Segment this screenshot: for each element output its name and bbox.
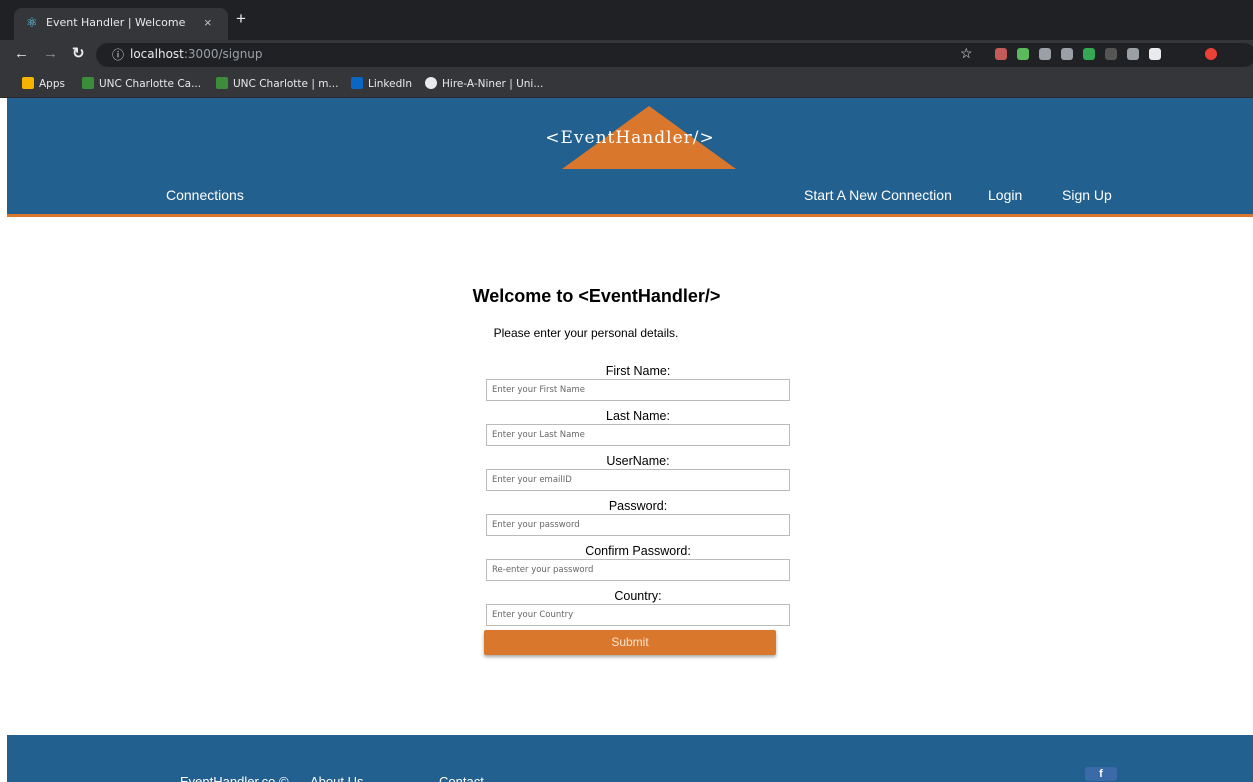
site-logo[interactable]: <EventHandler/>	[7, 128, 1253, 148]
tab-title: Event Handler | Welcome	[46, 16, 186, 29]
confirm-password-label: Confirm Password:	[585, 544, 691, 558]
url-text[interactable]: localhost:3000/signup	[130, 47, 263, 61]
bookmark-label: Apps	[39, 78, 65, 90]
unc-icon	[82, 77, 94, 89]
extension-icon[interactable]	[1127, 48, 1139, 60]
nav-connections[interactable]: Connections	[166, 187, 244, 203]
apps-grid-icon	[22, 77, 34, 89]
info-icon[interactable]: ⓘ	[112, 46, 124, 63]
page-title: Welcome to <EventHandler/>	[472, 286, 721, 306]
browser-chrome: ⚛ Event Handler | Welcome × + ← → ↻ ⓘ lo…	[0, 0, 1253, 98]
nav-start-new-connection[interactable]: Start A New Connection	[804, 187, 952, 203]
extension-icon[interactable]	[1149, 48, 1161, 60]
bookmark-item[interactable]: Hire-A-Niner | Uni...	[425, 77, 543, 90]
bookmark-star-icon[interactable]: ☆	[960, 45, 973, 62]
extension-icon[interactable]	[1017, 48, 1029, 60]
password-field[interactable]: Enter your password	[486, 514, 790, 536]
facebook-icon[interactable]: f	[1085, 767, 1117, 781]
extension-icon[interactable]	[1105, 48, 1117, 60]
address-bar[interactable]	[96, 43, 1253, 67]
extension-icon[interactable]	[1083, 48, 1095, 60]
country-label: Country:	[614, 589, 662, 603]
username-field[interactable]: Enter your emailID	[486, 469, 790, 491]
extension-icon[interactable]	[1039, 48, 1051, 60]
footer-contact-link[interactable]: Contact	[439, 774, 484, 782]
bookmark-label: UNC Charlotte Ca...	[99, 78, 202, 90]
nav-login[interactable]: Login	[988, 187, 1022, 203]
site-header: <EventHandler/> Connections Start A New …	[7, 98, 1253, 217]
first-name-field[interactable]: Enter your First Name	[486, 379, 790, 401]
country-field[interactable]: Enter your Country	[486, 604, 790, 626]
browser-tab[interactable]: ⚛ Event Handler | Welcome ×	[14, 8, 228, 40]
bookmark-label: Hire-A-Niner | Uni...	[442, 78, 544, 90]
last-name-label: Last Name:	[606, 409, 670, 423]
site-footer: EventHandler.co © About Us Contact	[7, 735, 1253, 782]
username-label: UserName:	[606, 454, 670, 468]
confirm-password-field[interactable]: Re-enter your password	[486, 559, 790, 581]
extension-icon[interactable]	[995, 48, 1007, 60]
back-arrow-icon[interactable]: ←	[14, 46, 29, 62]
last-name-field[interactable]: Enter your Last Name	[486, 424, 790, 446]
footer-about-link[interactable]: About Us	[310, 774, 363, 782]
new-tab-button[interactable]: +	[236, 10, 246, 27]
extension-icon[interactable]	[1061, 48, 1073, 60]
unc-icon	[216, 77, 228, 89]
forward-arrow-icon[interactable]: →	[43, 46, 58, 62]
form-subtitle: Please enter your personal details.	[493, 326, 679, 340]
bookmark-item[interactable]: LinkedIn	[351, 77, 412, 90]
bookmark-label: UNC Charlotte | m...	[233, 78, 339, 90]
reload-icon[interactable]: ↻	[72, 46, 85, 62]
globe-icon	[425, 77, 437, 89]
close-icon[interactable]: ×	[204, 15, 212, 30]
submit-button[interactable]: Submit	[484, 630, 776, 655]
first-name-label: First Name:	[605, 364, 671, 378]
tab-bar: ⚛ Event Handler | Welcome × +	[0, 0, 1253, 40]
password-label: Password:	[608, 499, 668, 513]
bookmark-label: LinkedIn	[368, 78, 413, 90]
footer-copyright: EventHandler.co ©	[180, 774, 289, 782]
extension-icon[interactable]	[1205, 48, 1217, 60]
linkedin-icon	[351, 77, 363, 89]
bookmark-item[interactable]: Apps	[22, 77, 65, 90]
nav-sign-up[interactable]: Sign Up	[1062, 187, 1112, 203]
bookmark-item[interactable]: UNC Charlotte Ca...	[82, 77, 201, 90]
bookmark-item[interactable]: UNC Charlotte | m...	[216, 77, 338, 90]
react-icon: ⚛	[26, 15, 38, 30]
